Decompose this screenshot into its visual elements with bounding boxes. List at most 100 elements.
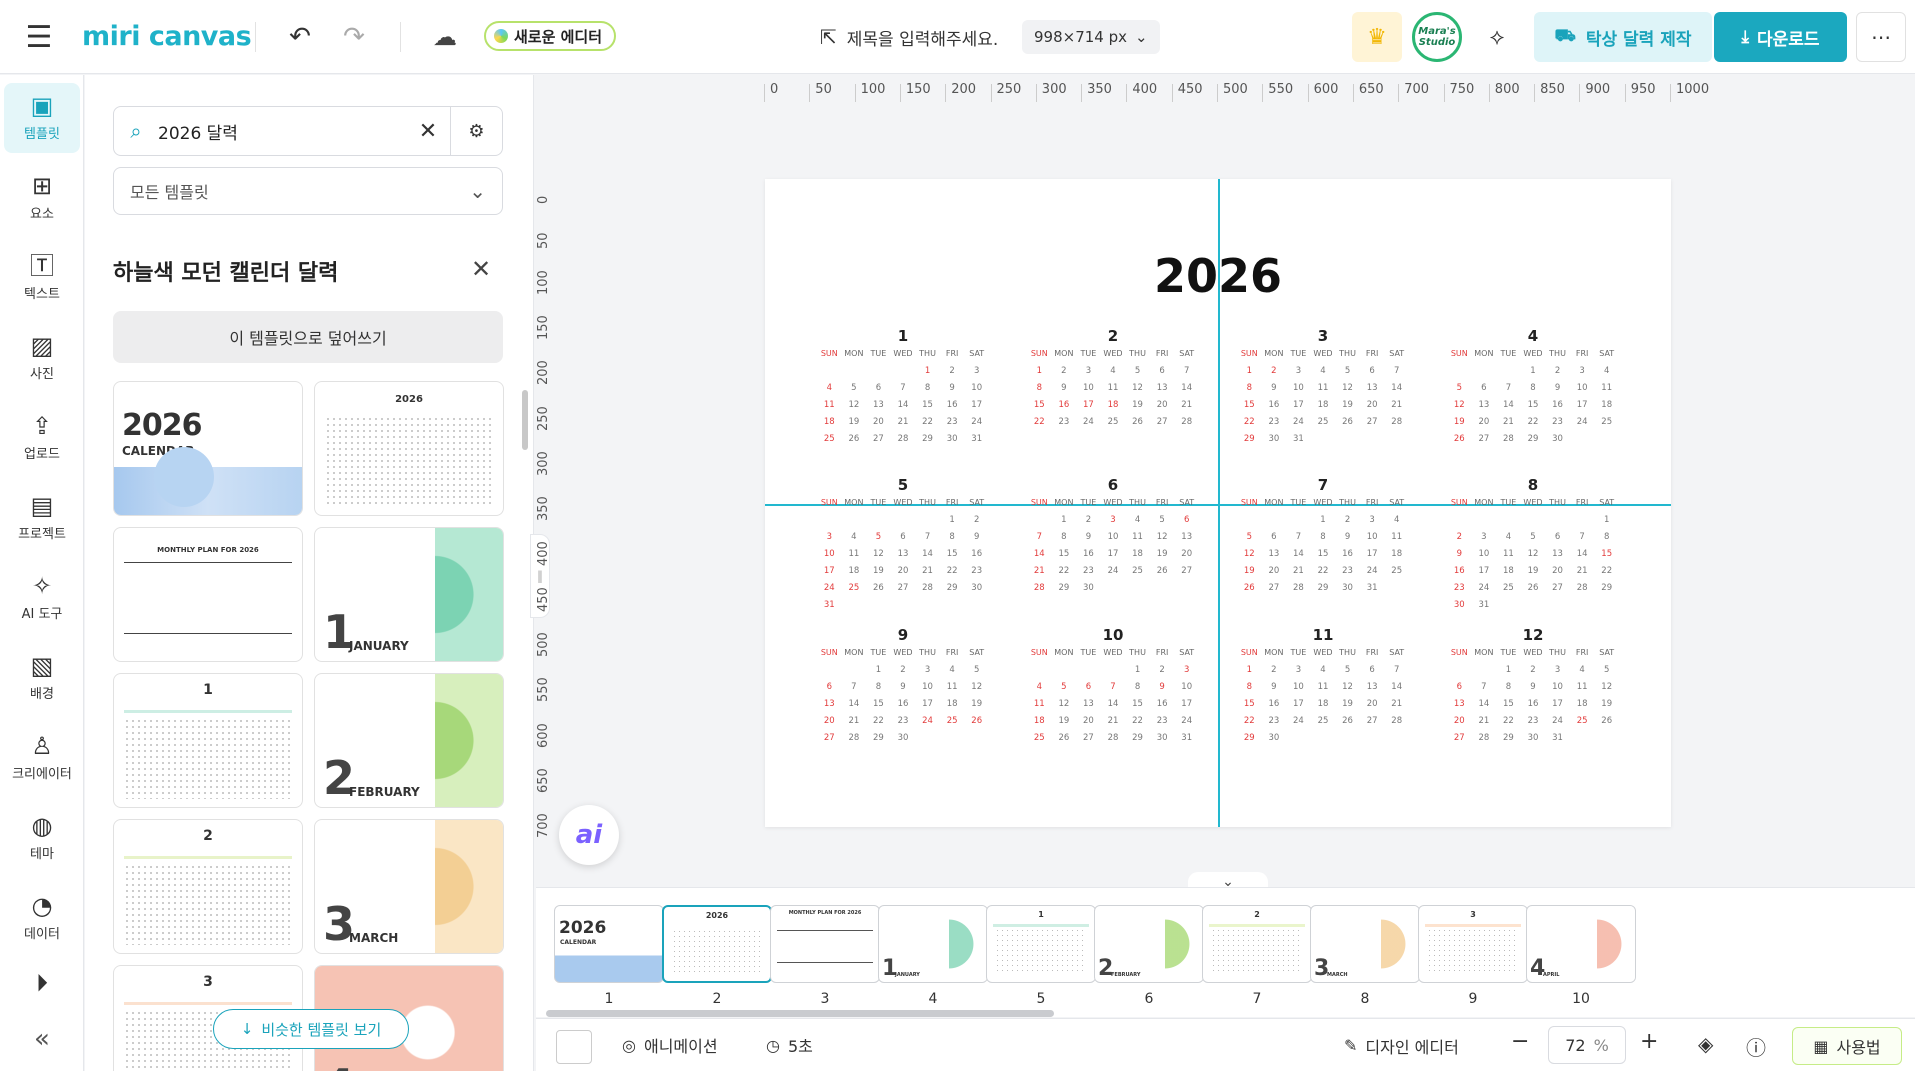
nav-item-ai-tools[interactable]: ✧ AI 도구 [4, 563, 80, 633]
month-block-2[interactable]: 2 SUN MON TUE WED THU FRI SAT 1 2 3 4 5 6 7 8 9 10 11 12 13 1… [1027, 327, 1199, 431]
day-cell: 1 [1061, 515, 1067, 525]
month-block-7[interactable]: 7 SUN MON TUE WED THU FRI SAT 1 2 3 4 5 6 7 8 9 10 11 12 13 1… [1237, 476, 1409, 597]
nav-item-elements[interactable]: ⊞ 요소 [4, 163, 80, 233]
page-thumbnail-6[interactable]: 2 FEBRUARY [1094, 905, 1204, 983]
page-thumbnail-8[interactable]: 3 MARCH [1310, 905, 1420, 983]
nav-label: 크리에이터 [12, 767, 72, 782]
zoom-in-icon[interactable]: + [1640, 1029, 1658, 1054]
nav-item-background[interactable]: ▧ 배경 [4, 643, 80, 713]
zoom-input[interactable]: 72 % [1548, 1026, 1626, 1064]
nav-item-creator[interactable]: ♙ 크리에이터 [4, 723, 80, 793]
design-editor-button[interactable]: ✎ 디자인 에디터 [1344, 1019, 1459, 1071]
nav-item-data[interactable]: ◔ 데이터 [4, 883, 80, 953]
month-block-12[interactable]: 12 SUN MON TUE WED THU FRI SAT 1 2 3 4 5 6 7 8 9 10 11 12 13… [1447, 626, 1619, 747]
ruler-tick-label: 600 [536, 722, 551, 748]
overwrite-template-button[interactable]: 이 템플릿으로 덮어쓰기 [113, 311, 503, 363]
duration-button[interactable]: ◷ 5초 [766, 1033, 813, 1057]
template-thumb-4[interactable]: 1 JANUARY [314, 527, 504, 662]
day-cell: 7 [1036, 532, 1042, 542]
month-block-4[interactable]: 4 SUN MON TUE WED THU FRI SAT 1 2 3 4 5 6 7 8 9 10 11 12 13 1… [1447, 327, 1619, 448]
thumbnail-grid [672, 929, 762, 973]
menu-icon[interactable]: ☰ [20, 20, 58, 55]
month-block-8[interactable]: 8 SUN MON TUE WED THU FRI SAT 1 2 3 4 5 6 7 8 9 10 11 12 13 1… [1447, 476, 1619, 614]
collapse-panel-icon[interactable]: « [24, 1024, 60, 1054]
ai-assistant-button[interactable]: ai [559, 805, 619, 865]
day-cell: 6 [1183, 515, 1190, 525]
month-block-11[interactable]: 11 SUN MON TUE WED THU FRI SAT 1 2 3 4 5 6 7 8 9 10 11 12 13… [1237, 626, 1409, 747]
search-input[interactable]: ⌕ 2026 달력 ✕ ⚙ [113, 106, 503, 156]
empty-day [915, 512, 940, 529]
search-value[interactable]: 2026 달력 [158, 119, 406, 144]
new-editor-button[interactable]: 새로운 에디터 [484, 21, 617, 51]
upload-icon: ⇪ [31, 412, 53, 440]
month-block-1[interactable]: 1 SUN MON TUE WED THU FRI SAT 1 2 3 4 5 6 7 8 9 10 11 12 13 1… [817, 327, 989, 448]
page-thumbnail-3[interactable]: MONTHLY PLAN FOR 2026 [770, 905, 880, 983]
nav-item-upload[interactable]: ⇪ 업로드 [4, 403, 80, 473]
page-thumbnail-7[interactable]: 2 [1202, 905, 1312, 983]
desk-calendar-button[interactable]: ⛟ 탁상 달력 제작 [1534, 12, 1712, 62]
background-color-swatch[interactable] [556, 1030, 592, 1064]
app-logo[interactable]: miri canvas [82, 18, 252, 54]
day-cell: 25 [946, 716, 958, 726]
day-cell: 21 [848, 716, 860, 726]
nav-item-theme[interactable]: ◍ 테마 [4, 803, 80, 873]
canvas-size-dropdown[interactable]: 998×714 px ⌄ [1022, 20, 1160, 54]
template-thumb-3[interactable]: MONTHLY PLAN FOR 2026 [113, 527, 303, 662]
day-cell: 9 [1344, 532, 1351, 542]
clear-search-icon[interactable]: ✕ [406, 119, 450, 144]
template-thumb-2[interactable]: 2026 [314, 381, 504, 516]
month-block-10[interactable]: 10 SUN MON TUE WED THU FRI SAT 1 2 3 4 5 6 7 8 9 10 11 12 13… [1027, 626, 1199, 747]
weekday-label: SAT [1599, 648, 1615, 657]
undo-icon[interactable]: ↶ [282, 20, 318, 54]
layers-icon[interactable]: ◈ [1698, 1032, 1713, 1056]
day-cell: 9 [1271, 383, 1277, 393]
page-thumbnail-1[interactable]: 2026 CALENDAR [554, 905, 664, 983]
canvas-page[interactable]: 2026 1 SUN MON TUE WED THU FRI SAT 1 2 3 4 5 6 7 8 9 10 11… [765, 179, 1671, 827]
month-block-9[interactable]: 9 SUN MON TUE WED THU FRI SAT 1 2 3 4 5 6 7 8 9 10 11 12 13 1… [817, 626, 989, 747]
page-thumbnail-4[interactable]: 1 JANUARY [878, 905, 988, 983]
template-thumb-8[interactable]: 3 MARCH [314, 819, 504, 954]
share-icon[interactable]: ⟡ [1472, 12, 1522, 62]
document-title[interactable]: ⇱ 제목을 입력해주세요. [820, 18, 998, 56]
template-thumb-6[interactable]: 2 FEBRUARY [314, 673, 504, 808]
page-thumbnail-5[interactable]: 1 [986, 905, 1096, 983]
nav-item-template[interactable]: ▣ 템플릿 [4, 83, 80, 153]
redo-icon[interactable]: ↷ [336, 20, 372, 54]
close-icon[interactable]: ✕ [465, 253, 497, 285]
page-thumbnail-2[interactable]: 2026 [662, 905, 772, 983]
month-block-6[interactable]: 6 SUN MON TUE WED THU FRI SAT 1 2 3 4 5 6 7 8 9 10 11 12 13 1… [1027, 476, 1199, 597]
template-filter-dropdown[interactable]: 모든 템플릿 ⌄ [113, 167, 503, 215]
zoom-out-icon[interactable]: − [1511, 1029, 1529, 1054]
day-cell: 17 [1478, 566, 1490, 576]
filter-icon[interactable]: ⚙ [450, 106, 502, 156]
day-cell: 7 [1505, 383, 1512, 393]
nav-item-text[interactable]: 🅃 텍스트 [4, 243, 80, 313]
weekday-label: WED [1103, 349, 1123, 358]
cloud-save-icon[interactable]: ☁ [426, 20, 464, 54]
template-thumb-7[interactable]: 2 [113, 819, 303, 954]
avatar[interactable]: Mara's Studio [1412, 12, 1462, 62]
panel-scrollbar[interactable] [522, 390, 528, 450]
animation-button[interactable]: ◎ 애니메이션 [622, 1033, 718, 1057]
month-block-3[interactable]: 3 SUN MON TUE WED THU FRI SAT 1 2 3 4 5 6 7 8 9 10 11 12 13 1… [1237, 327, 1409, 448]
page-thumbnail-10[interactable]: 4 APRIL [1526, 905, 1636, 983]
month-block-5[interactable]: 5 SUN MON TUE WED THU FRI SAT 1 2 3 4 5 6 7 8 9 10 11 12 13 1… [817, 476, 989, 614]
nav-item-video[interactable]: ⏵ [4, 948, 80, 1018]
day-cell: 15 [922, 400, 933, 410]
day-cell: 18 [1576, 699, 1588, 709]
more-options-icon[interactable]: ⋯ [1856, 12, 1906, 62]
day-cell: 23 [1268, 417, 1280, 427]
help-icon[interactable]: ⓘ [1746, 1032, 1766, 1061]
weekday-header: SUN MON TUE WED THU FRI SAT [1447, 349, 1619, 363]
weekday-label: TUE [870, 648, 887, 657]
usage-guide-button[interactable]: ▦ 사용법 [1792, 1027, 1902, 1065]
premium-crown-icon[interactable]: ♛ [1352, 12, 1402, 62]
download-button[interactable]: ⤓ 다운로드 [1714, 12, 1847, 62]
template-thumb-1[interactable]: 2026 CALENDAR [113, 381, 303, 516]
template-thumb-5[interactable]: 1 [113, 673, 303, 808]
filmstrip-scrollbar[interactable] [546, 1010, 1054, 1017]
nav-item-photo[interactable]: ▨ 사진 [4, 323, 80, 393]
page-thumbnail-9[interactable]: 3 [1418, 905, 1528, 983]
nav-item-project[interactable]: ▤ 프로젝트 [4, 483, 80, 553]
similar-templates-button[interactable]: ↓ 비슷한 템플릿 보기 [213, 1009, 409, 1049]
